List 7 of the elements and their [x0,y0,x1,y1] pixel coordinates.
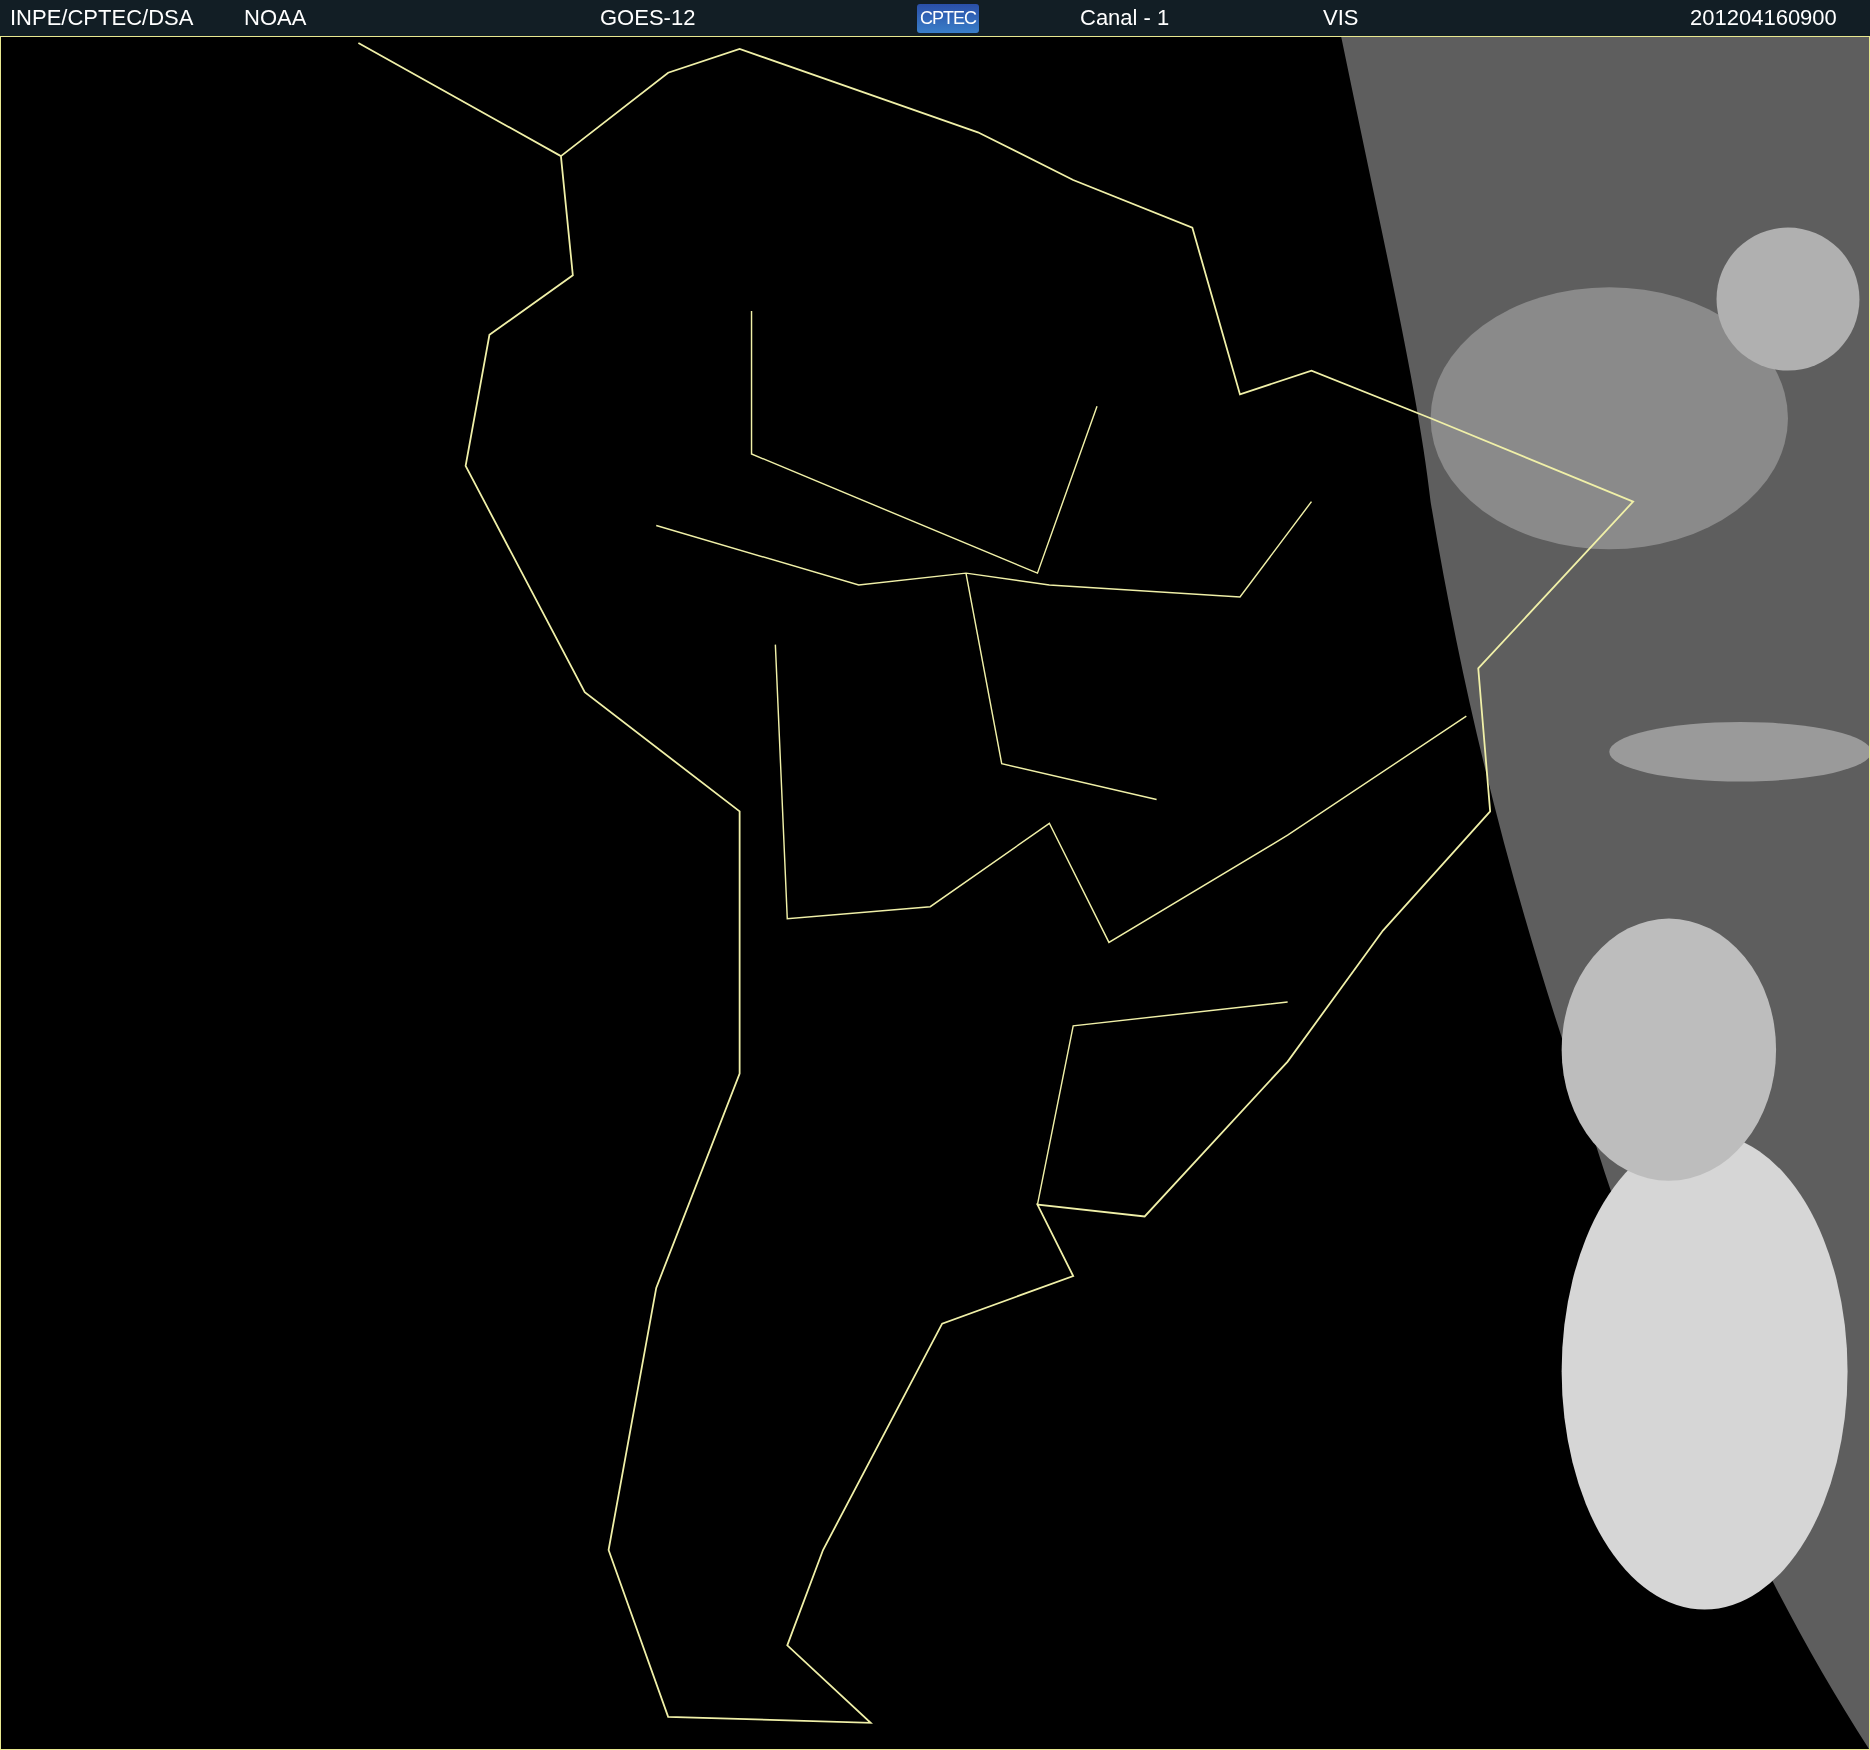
header-label: INPE/CPTEC/DSA [10,5,194,31]
header-label: VIS [1323,5,1359,31]
logo: CPTEC [917,3,979,33]
header-label: GOES-12 [600,5,696,31]
header-label: NOAA [244,5,307,31]
header-label: 201204160900 [1690,5,1837,31]
header-label: Canal - 1 [1080,5,1170,31]
